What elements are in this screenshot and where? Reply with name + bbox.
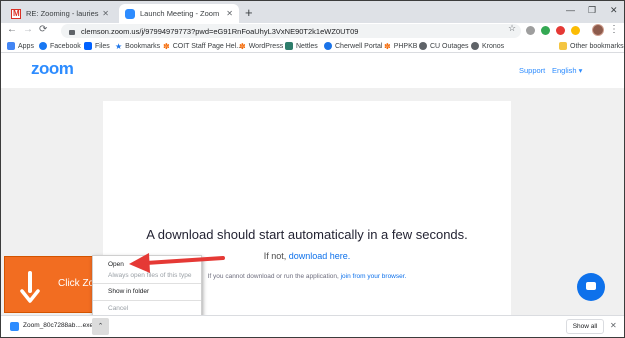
zoom-installer-icon (10, 322, 19, 331)
download-headline: A download should start automatically in… (146, 227, 468, 242)
bookmark-apps[interactable]: Apps (7, 40, 34, 52)
bookmark-facebook[interactable]: Facebook (39, 40, 81, 52)
menu-item-show-in-folder[interactable]: Show in folder (108, 288, 149, 295)
bookmark-star-icon[interactable]: ☆ (508, 23, 516, 34)
dropbox-icon (84, 42, 92, 50)
bookmark-wordpress[interactable]: ✽ WordPress (239, 40, 283, 52)
back-icon[interactable]: ← (7, 24, 17, 35)
bookmark-label: Bookmarks (125, 42, 161, 50)
window-close-icon[interactable]: ✕ (610, 5, 618, 16)
bookmark-nettles[interactable]: Nettles (285, 40, 318, 52)
chat-bubble-icon (586, 282, 596, 290)
bookmark-label: CU Outages (430, 42, 469, 50)
bookmark-bookmarks[interactable]: ★ Bookmarks (115, 40, 160, 52)
nettles-icon (285, 42, 293, 50)
apps-icon (7, 42, 15, 50)
bookmark-phpkb[interactable]: ✽ PHPKB (384, 40, 417, 52)
bookmark-coit-staff[interactable]: ✽ COIT Staff Page Hel... (163, 40, 242, 52)
paw-icon: ✽ (239, 41, 246, 51)
other-bookmarks[interactable]: Other bookmarks (559, 40, 624, 52)
bookmark-files[interactable]: Files (84, 40, 110, 52)
bookmark-cherwell[interactable]: Cherwell Portal (324, 40, 382, 52)
extension-icon[interactable] (541, 26, 550, 35)
tab-gmail[interactable]: RE: Zooming - lauriesherrod1@g ✕ (5, 4, 115, 23)
chevron-up-icon[interactable]: ⌃ (92, 318, 109, 335)
new-tab-icon[interactable]: + (245, 5, 253, 20)
download-context-menu: Open Always open files of this type Show… (92, 255, 202, 317)
tab-launch-meeting[interactable]: Launch Meeting - Zoom ✕ (119, 4, 239, 23)
join-from-browser-link[interactable]: join from your browser. (341, 273, 407, 280)
reload-icon[interactable]: ⟳ (39, 24, 47, 35)
facebook-icon (39, 42, 47, 50)
bookmark-label: COIT Staff Page Hel... (172, 42, 243, 50)
folder-icon (559, 42, 567, 50)
zoom-header: zoom Support English ▾ (1, 54, 624, 88)
if-not-text: If not, (263, 251, 287, 261)
globe-icon (471, 42, 479, 50)
paw-icon: ✽ (384, 41, 391, 51)
browser-toolbar: ← → ⟳ clemson.zoom.us/j/97994979773?pwd=… (1, 23, 624, 39)
menu-separator (93, 283, 201, 284)
zoom-icon (125, 8, 135, 19)
bookmark-cu-outages[interactable]: CU Outages (419, 40, 469, 52)
browser-window: RE: Zooming - lauriesherrod1@g ✕ Launch … (0, 0, 625, 338)
menu-icon[interactable]: ⋮ (609, 24, 619, 35)
cannot-download-text: If you cannot download or run the applic… (207, 273, 339, 280)
cherwell-icon (324, 42, 332, 50)
close-icon[interactable]: ✕ (102, 9, 109, 18)
address-text: clemson.zoom.us/j/97994979773?pwd=eG91Rn… (81, 26, 359, 36)
zoom-logo[interactable]: zoom (31, 59, 74, 79)
minimize-icon[interactable]: — (566, 5, 575, 15)
menu-item-cancel[interactable]: Cancel (108, 305, 128, 312)
bookmarks-bar: Apps Facebook Files ★ Bookmarks ✽ COIT S… (1, 39, 624, 53)
bookmark-kronos[interactable]: Kronos (471, 40, 504, 52)
menu-item-always-open[interactable]: Always open files of this type (108, 272, 191, 279)
address-bar[interactable]: clemson.zoom.us/j/97994979773?pwd=eG91Rn… (61, 24, 521, 38)
show-all-button[interactable]: Show all (566, 319, 604, 334)
menu-item-open[interactable]: Open (108, 261, 124, 268)
extension-icon[interactable] (571, 26, 580, 35)
bookmark-label: Files (95, 42, 110, 50)
extension-icon[interactable] (526, 26, 535, 35)
close-icon[interactable]: ✕ (610, 321, 617, 330)
support-link[interactable]: Support (519, 66, 545, 75)
download-arrow-head-icon (20, 289, 40, 303)
bookmark-label: Kronos (482, 42, 505, 50)
star-icon: ★ (115, 41, 123, 51)
lock-icon (69, 29, 75, 35)
maximize-icon[interactable]: ❐ (588, 5, 596, 16)
click-zoom-banner[interactable]: Click Zoom (4, 256, 108, 313)
tab-strip: RE: Zooming - lauriesherrod1@g ✕ Launch … (1, 1, 624, 23)
download-here-link[interactable]: download here. (289, 251, 351, 261)
bookmark-label: PHPKB (393, 42, 418, 50)
forward-icon[interactable]: → (23, 24, 33, 35)
download-shelf: Zoom_80c7288ab....exe ⌃ Show all ✕ (1, 315, 624, 337)
profile-avatar[interactable] (592, 24, 604, 36)
menu-separator (93, 300, 201, 301)
globe-icon (419, 42, 427, 50)
bookmark-label: WordPress (248, 42, 284, 50)
gmail-icon (11, 8, 21, 19)
bookmark-label: Facebook (50, 42, 81, 50)
other-bookmarks-label: Other bookmarks (570, 42, 624, 50)
language-select[interactable]: English ▾ (552, 66, 582, 75)
chat-button[interactable] (577, 273, 605, 301)
bookmark-label: Cherwell Portal (335, 42, 383, 50)
tab-title: Launch Meeting - Zoom (140, 9, 220, 18)
paw-icon: ✽ (163, 41, 170, 51)
tab-title: RE: Zooming - lauriesherrod1@g (26, 9, 99, 18)
download-file-name[interactable]: Zoom_80c7288ab....exe (23, 322, 93, 329)
bookmark-label: Apps (18, 42, 34, 50)
extension-icon[interactable] (556, 26, 565, 35)
close-icon[interactable]: ✕ (226, 9, 233, 18)
bookmark-label: Nettles (296, 42, 318, 50)
